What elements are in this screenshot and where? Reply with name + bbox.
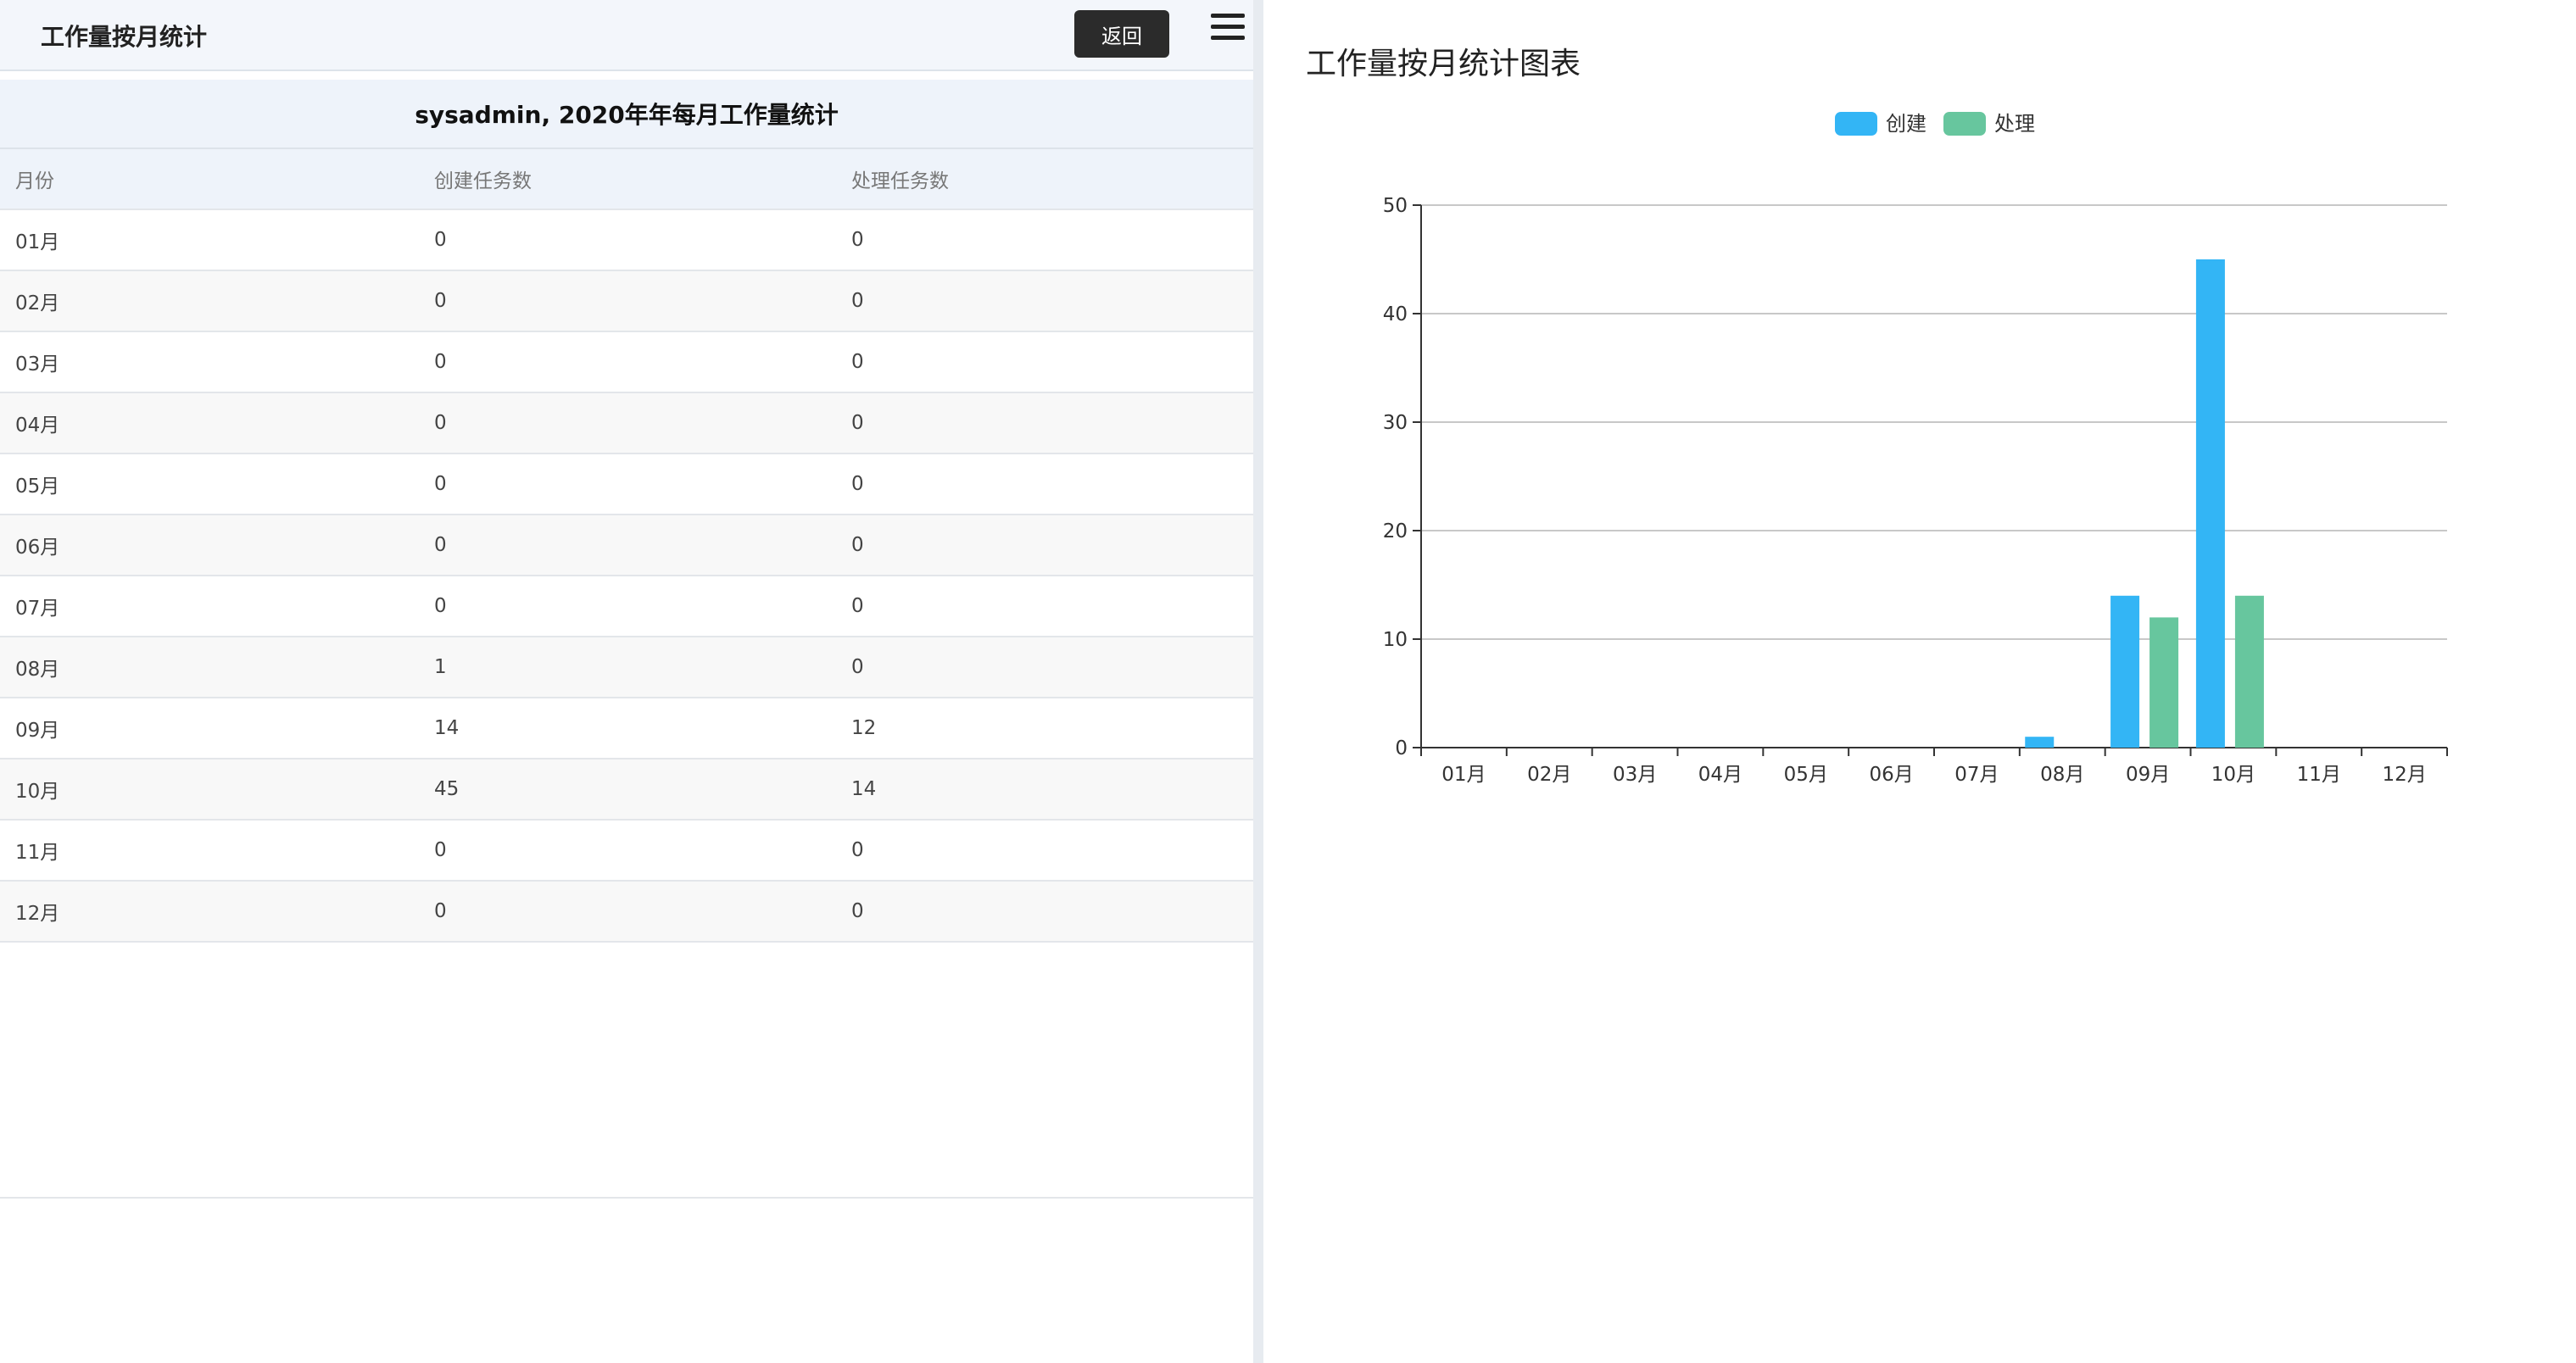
table-row: 08月 1 0: [0, 637, 1253, 698]
back-button[interactable]: 返回: [1074, 10, 1169, 58]
table-row: 11月 0 0: [0, 820, 1253, 882]
y-tick-label: 20: [1383, 520, 1408, 542]
column-header-month: 月份: [0, 149, 419, 210]
table-header-row: 月份 创建任务数 处理任务数: [0, 149, 1253, 210]
processed-cell: 0: [836, 453, 1253, 515]
page-header: 工作量按月统计 返回: [0, 0, 1253, 71]
table-row: 03月 0 0: [0, 331, 1253, 393]
column-header-created: 创建任务数: [419, 149, 836, 210]
table-row: 12月 0 0: [0, 881, 1253, 943]
stats-table: 月份 创建任务数 处理任务数 01月 0 0 02月 0 0 03月 0 0 04月 0 0 05月 0 0…: [0, 149, 1253, 943]
created-cell: 0: [419, 820, 836, 882]
y-tick-label: 50: [1383, 195, 1408, 217]
created-cell: 0: [419, 331, 836, 393]
table-row: 02月 0 0: [0, 270, 1253, 332]
legend-swatch: [1835, 112, 1877, 136]
x-tick-label: 04月: [1698, 764, 1742, 786]
bar-processed: [2234, 595, 2264, 748]
divider: [0, 1197, 1253, 1199]
processed-cell: 0: [836, 820, 1253, 882]
table-title-row: sysadmin, 2020年年每月工作量统计: [0, 80, 1253, 149]
created-cell: 0: [419, 392, 836, 454]
bar-created: [2110, 595, 2140, 748]
x-tick-label: 09月: [2126, 764, 2170, 786]
table-row: 04月 0 0: [0, 392, 1253, 454]
month-cell: 12月: [0, 881, 419, 943]
x-tick-label: 11月: [2297, 764, 2341, 786]
month-cell: 10月: [0, 759, 419, 821]
month-cell: 07月: [0, 576, 419, 637]
month-cell: 04月: [0, 392, 419, 454]
processed-cell: 0: [836, 576, 1253, 637]
processed-cell: 12: [836, 698, 1253, 759]
y-tick-label: 40: [1383, 303, 1408, 325]
y-tick-label: 30: [1383, 412, 1408, 434]
month-cell: 02月: [0, 270, 419, 332]
created-cell: 0: [419, 576, 836, 637]
legend-label: 创建: [1886, 112, 1926, 136]
month-cell: 11月: [0, 820, 419, 882]
created-cell: 0: [419, 453, 836, 515]
x-tick-label: 03月: [1613, 764, 1657, 786]
created-cell: 0: [419, 515, 836, 576]
month-cell: 03月: [0, 331, 419, 393]
processed-cell: 0: [836, 209, 1253, 271]
x-tick-label: 06月: [1869, 764, 1913, 786]
processed-cell: 0: [836, 270, 1253, 332]
month-cell: 06月: [0, 515, 419, 576]
month-cell: 09月: [0, 698, 419, 759]
processed-cell: 0: [836, 392, 1253, 454]
legend-swatch: [1943, 112, 1986, 136]
x-tick-label: 12月: [2382, 764, 2426, 786]
month-cell: 01月: [0, 209, 419, 271]
x-tick-label: 01月: [1441, 764, 1486, 786]
created-cell: 14: [419, 698, 836, 759]
table-row: 05月 0 0: [0, 453, 1253, 515]
created-cell: 0: [419, 881, 836, 943]
month-cell: 08月: [0, 637, 419, 698]
table-title: sysadmin, 2020年年每月工作量统计: [415, 101, 839, 129]
table-body: 01月 0 0 02月 0 0 03月 0 0 04月 0 0 05月 0 0 06月 0 0 07月 0 0 08月 1 0…: [0, 209, 1253, 943]
y-tick-label: 0: [1395, 737, 1408, 759]
right-panel: 工作量按月统计图表 0 10 20 30 40 50 01月 02月 03月 04月 05月 06月 0…: [1263, 0, 2576, 1363]
processed-cell: 14: [836, 759, 1253, 821]
created-cell: 1: [419, 637, 836, 698]
processed-cell: 0: [836, 515, 1253, 576]
created-cell: 0: [419, 209, 836, 271]
x-tick-label: 08月: [2040, 764, 2084, 786]
bar-processed: [2149, 617, 2179, 748]
table-row: 10月 45 14: [0, 759, 1253, 821]
menu-icon[interactable]: [1211, 14, 1245, 42]
created-cell: 45: [419, 759, 836, 821]
page-title: 工作量按月统计: [41, 23, 208, 51]
x-tick-label: 07月: [1954, 764, 1999, 786]
processed-cell: 0: [836, 331, 1253, 393]
x-tick-label: 10月: [2211, 764, 2255, 786]
table-row: 06月 0 0: [0, 515, 1253, 576]
table-row: 07月 0 0: [0, 576, 1253, 637]
table-row: 01月 0 0: [0, 209, 1253, 271]
month-cell: 05月: [0, 453, 419, 515]
bar-created: [2195, 259, 2225, 748]
bar-chart: 0 10 20 30 40 50 01月 02月 03月 04月 05月 06月 07月 08月 09月 10…: [1383, 112, 2448, 786]
left-panel: 工作量按月统计 返回 sysadmin, 2020年年每月工作量统计 月份 创建…: [0, 0, 1263, 1363]
x-tick-label: 05月: [1784, 764, 1828, 786]
legend-label: 处理: [1994, 112, 2035, 136]
processed-cell: 0: [836, 881, 1253, 943]
column-header-processed: 处理任务数: [836, 149, 1253, 210]
created-cell: 0: [419, 270, 836, 332]
processed-cell: 0: [836, 637, 1253, 698]
x-tick-label: 02月: [1527, 764, 1571, 786]
table-row: 09月 14 12: [0, 698, 1253, 759]
bar-created: [2025, 737, 2055, 748]
y-tick-label: 10: [1383, 629, 1408, 651]
